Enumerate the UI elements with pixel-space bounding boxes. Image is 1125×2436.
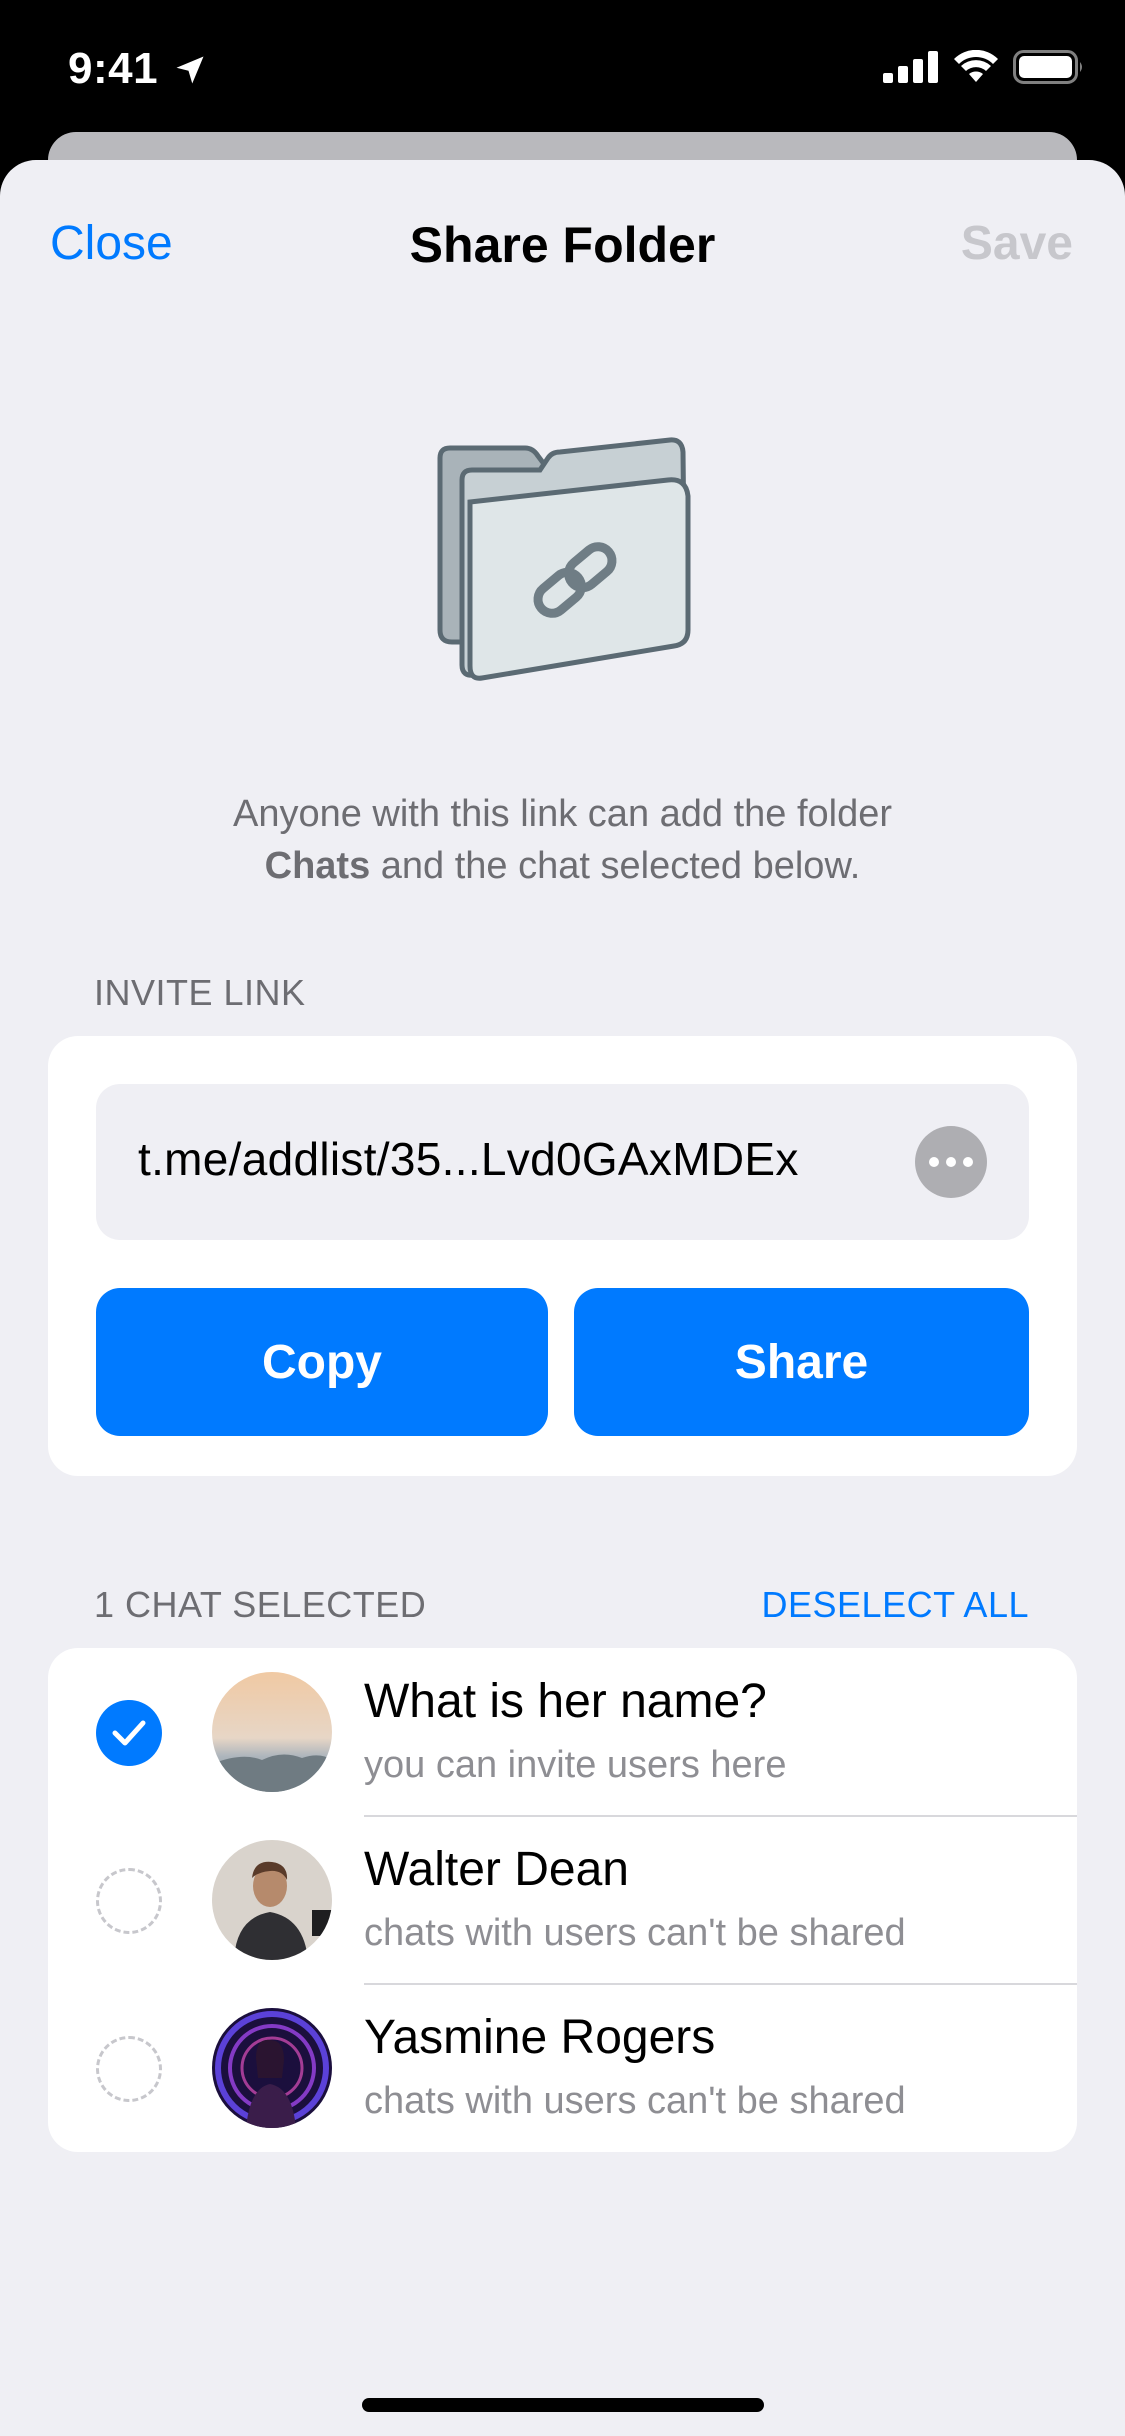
share-folder-sheet: Close Share Folder Save Anyone with this… [0,160,1125,2436]
share-button[interactable]: Share [574,1288,1029,1436]
avatar [212,2008,332,2128]
chat-title: What is her name? [364,1675,767,1728]
folder-name: Chats [264,845,371,887]
chat-title: Walter Dean [364,1843,629,1896]
description-line-2-rest: and the chat selected below. [370,845,861,887]
unchecked-circle-icon[interactable] [96,2036,162,2102]
chat-row-walter-dean[interactable]: Walter Dean chats with users can't be sh… [48,1816,1077,1984]
chat-row-yasmine-rogers[interactable]: Yasmine Rogers chats with users can't be… [48,1984,1077,2152]
share-description: Anyone with this link can add the folder… [100,788,1025,892]
wifi-icon [954,50,998,82]
status-bar: 9:41 [0,0,1125,140]
save-button[interactable]: Save [961,216,1073,271]
chat-row-what-is-her-name[interactable]: What is her name? you can invite users h… [48,1648,1077,1816]
avatar [212,1840,332,1960]
copy-button[interactable]: Copy [96,1288,548,1436]
description-line-2: Chats and the chat selected below. [100,840,1025,892]
page-title: Share Folder [409,217,716,273]
description-line-1: Anyone with this link can add the folder [232,793,893,835]
folder-link-icon [437,437,691,681]
navigation-bar: Close Share Folder Save [0,160,1125,330]
chat-list: What is her name? you can invite users h… [48,1648,1077,2152]
battery-icon [1013,50,1082,84]
checkmark-icon[interactable] [96,1700,162,1766]
chat-subtitle: chats with users can't be shared [364,2080,906,2122]
chats-selected-label: 1 CHAT SELECTED [94,1584,427,1625]
deselect-all-button[interactable]: DESELECT ALL [762,1584,1029,1626]
location-arrow-icon [176,56,204,84]
more-options-icon[interactable] [915,1126,987,1198]
home-indicator [362,2398,764,2412]
invite-link-label: INVITE LINK [94,972,306,1013]
status-icons [883,50,1085,84]
chat-title: Yasmine Rogers [364,2011,716,2064]
invite-link-text[interactable]: t.me/addlist/35...Lvd0GAxMDEx [138,1132,799,1186]
status-time: 9:41 [68,44,159,93]
chat-subtitle: you can invite users here [364,1744,787,1786]
cellular-signal-icon [883,51,938,83]
invite-link-field[interactable]: t.me/addlist/35...Lvd0GAxMDEx [96,1084,1029,1240]
chat-subtitle: chats with users can't be shared [364,1912,906,1954]
unchecked-circle-icon[interactable] [96,1868,162,1934]
invite-link-card: t.me/addlist/35...Lvd0GAxMDEx Copy Share [48,1036,1077,1476]
avatar [212,1672,332,1792]
